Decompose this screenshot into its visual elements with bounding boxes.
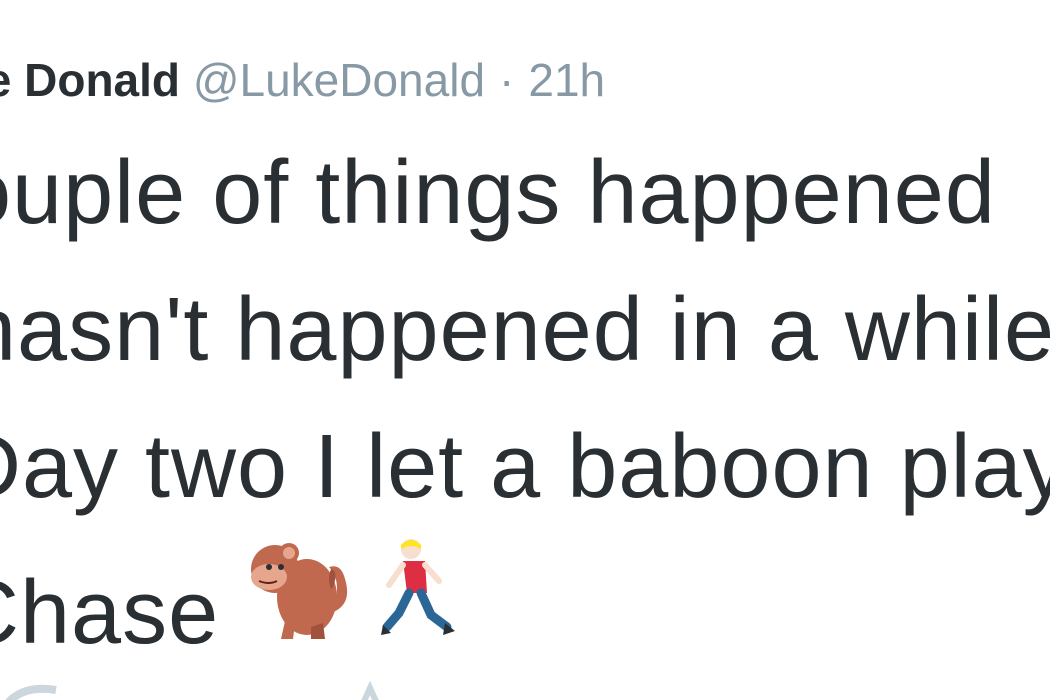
display-name[interactable]: Luke Donald (0, 54, 180, 106)
tweet-text-word: Chase (0, 563, 220, 663)
separator: · (499, 54, 515, 106)
tweet-text-line: hasn't happened in a while (0, 280, 1050, 380)
retweet-icon[interactable] (350, 680, 390, 700)
tweet-text-line-last: Chase (0, 535, 461, 663)
tweet: Luke Donald @LukeDonald ·21h Couple of th… (0, 0, 1050, 700)
timestamp[interactable]: 21h (528, 54, 605, 106)
tweet-header: Luke Donald @LukeDonald ·21h (0, 52, 605, 108)
runner-icon (381, 535, 461, 663)
monkey-icon (245, 535, 355, 663)
tweet-text-line: Couple of things happened (0, 143, 996, 243)
tweet-text-line: Day two I let a baboon play (0, 417, 1050, 517)
reply-icon[interactable] (0, 680, 60, 700)
user-handle[interactable]: @LukeDonald (193, 54, 485, 106)
